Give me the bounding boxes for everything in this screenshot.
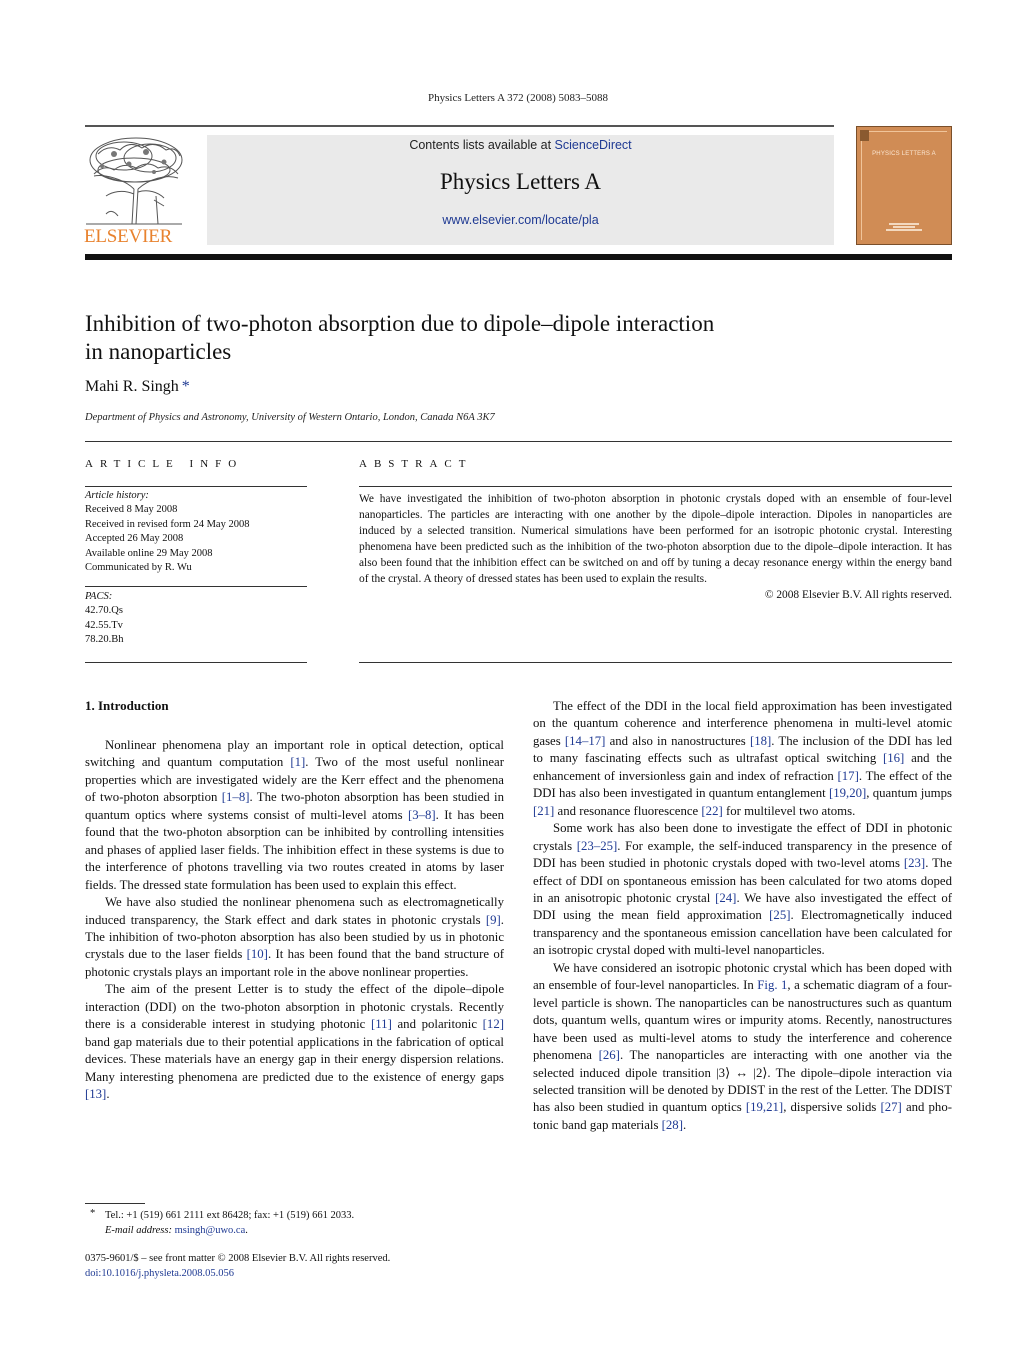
article-info-rule-bottom: [85, 662, 307, 663]
reference-link[interactable]: [16]: [883, 751, 904, 765]
reference-link[interactable]: [27]: [881, 1100, 902, 1114]
pacs-code: 42.55.Tv: [85, 619, 123, 631]
doi-link[interactable]: doi:10.1016/j.physleta.2008.05.056: [85, 1268, 234, 1279]
elsevier-logo[interactable]: ELSEVIER: [84, 134, 184, 246]
reference-link[interactable]: [18]: [750, 734, 771, 748]
author-line: Mahi R. Singh *: [85, 378, 190, 396]
reference-link[interactable]: [10]: [247, 947, 268, 961]
body-paragraph: We have considered an isotropic photonic…: [533, 960, 952, 1135]
elsevier-wordmark: ELSEVIER: [84, 226, 173, 247]
paragraph-text: for multi­level two atoms.: [722, 803, 856, 818]
footnote-contact: Tel.: +1 (519) 661 2111 ext 86428; fax: …: [105, 1210, 355, 1221]
paragraph-text: and also in nanostructures: [605, 733, 750, 748]
history-item: Available online 29 May 2008: [85, 547, 213, 559]
cover-footer: [857, 222, 951, 232]
article-title-line-2: in nanoparticles: [85, 339, 232, 364]
paragraph-text: .: [682, 1117, 687, 1132]
journal-url-link[interactable]: www.elsevier.com/locate/pla: [207, 213, 834, 227]
paragraph-text: band gap materials due to their potentia…: [85, 1034, 504, 1084]
body-paragraph: The aim of the present Letter is to stud…: [85, 981, 504, 1103]
article-info-rule-middle: [85, 586, 307, 587]
reference-link[interactable]: [19,21]: [746, 1100, 783, 1114]
footnote-email-link[interactable]: msingh@uwo.ca: [175, 1225, 246, 1236]
journal-cover-thumbnail[interactable]: PHYSICS LETTERS A: [856, 126, 952, 245]
author-name: Mahi R. Singh: [85, 378, 179, 395]
section-heading-introduction: 1. Introduction: [85, 698, 169, 713]
reference-link[interactable]: Fig. 1: [757, 978, 787, 992]
header-bottom-rule: [85, 254, 952, 260]
reference-link[interactable]: [11]: [371, 1017, 392, 1031]
body-paragraph: The effect of the DDI in the local field…: [533, 698, 952, 820]
journal-citation: Physics Letters A 372 (2008) 5083–5088: [428, 92, 608, 104]
front-matter-line: 0375-9601/$ – see front matter © 2008 El…: [85, 1253, 391, 1264]
body-paragraph: Some work has also been done to investig…: [533, 820, 952, 960]
footnote-email-label: E-mail address:: [105, 1225, 172, 1236]
body-column-left: Nonlinear phenomena play an important ro…: [85, 737, 504, 1104]
history-item: Received 8 May 2008: [85, 504, 178, 516]
abstract-text: We have investigated the inhibition of t…: [359, 493, 952, 585]
front-matter-block: 0375-9601/$ – see front matter © 2008 El…: [85, 1251, 390, 1281]
journal-title: Physics Letters A: [440, 169, 601, 194]
reference-link[interactable]: [21]: [533, 804, 554, 818]
pacs-list: PACS: 42.70.Qs 42.55.Tv 78.20.Bh: [85, 590, 307, 648]
abstract-heading: ABSTRACT: [359, 458, 473, 470]
abstract-body: We have investigated the inhibition of t…: [359, 491, 952, 603]
article-info-heading: ARTICLE INFO: [85, 458, 244, 470]
paragraph-text: We have also studied the nonlinear pheno…: [85, 895, 504, 927]
affiliation-divider: [85, 441, 952, 442]
reference-link[interactable]: [14–17]: [565, 734, 606, 748]
author-footnote-link[interactable]: *: [182, 378, 190, 395]
contents-available-line: Contents lists available at ScienceDirec…: [207, 138, 834, 152]
body-column-right: The effect of the DDI in the local field…: [533, 698, 952, 1134]
reference-link[interactable]: [17]: [838, 769, 859, 783]
paragraph-text: , quantum jumps: [866, 786, 952, 801]
reference-link[interactable]: [23–25]: [577, 839, 618, 853]
pacs-code: 78.20.Bh: [85, 634, 124, 646]
cover-title: PHYSICS LETTERS A: [872, 151, 936, 157]
pacs-code: 42.70.Qs: [85, 605, 123, 617]
author-affiliation: Department of Physics and Astronomy, Uni…: [85, 412, 495, 423]
reference-link[interactable]: [28]: [662, 1118, 683, 1132]
history-item: Communicated by R. Wu: [85, 562, 192, 574]
footnote-rule: [85, 1203, 145, 1204]
sciencedirect-link[interactable]: ScienceDirect: [555, 138, 632, 152]
journal-banner: Contents lists available at ScienceDirec…: [207, 135, 834, 245]
paragraph-text: and polaritonic: [391, 1017, 483, 1032]
footnote-mark: *: [90, 1208, 96, 1219]
reference-link[interactable]: [23]: [904, 856, 925, 870]
history-item: Received in revised form 24 May 2008: [85, 518, 250, 530]
reference-link[interactable]: [1–8]: [222, 790, 250, 804]
reference-link[interactable]: [1]: [290, 755, 305, 769]
paragraph-text: , dispersive solids: [783, 1100, 881, 1115]
cover-emblem-icon: [860, 130, 869, 141]
reference-link[interactable]: [19,20]: [829, 786, 866, 800]
abstract-copyright: © 2008 Elsevier B.V. All rights reserved…: [764, 589, 952, 601]
paragraph-text: and resonance fluorescence: [554, 803, 702, 818]
reference-link[interactable]: [12]: [483, 1017, 504, 1031]
body-paragraph: We have also studied the nonlinear pheno…: [85, 894, 504, 981]
reference-link[interactable]: [22]: [701, 804, 722, 818]
contents-prefix: Contents lists available at: [409, 138, 555, 152]
elsevier-tree-icon: [86, 137, 183, 225]
article-title: Inhibition of two-photon absorption due …: [85, 310, 845, 366]
reference-link[interactable]: [26]: [599, 1048, 620, 1062]
footnote-email-suffix: .: [245, 1225, 248, 1236]
article-history-label: Article history:: [85, 490, 149, 501]
abstract-rule-top: [359, 486, 952, 487]
article-info-rule-top: [85, 486, 307, 487]
paragraph-text: .: [106, 1087, 110, 1102]
header-top-rule: [85, 125, 834, 127]
body-paragraph: Nonlinear phenomena play an important ro…: [85, 737, 504, 894]
article-title-line-1: Inhibition of two-photon absorption due …: [85, 311, 715, 336]
reference-link[interactable]: [25]: [769, 908, 790, 922]
article-history: Article history: Received 8 May 2008 Rec…: [85, 489, 307, 575]
history-item: Accepted 26 May 2008: [85, 533, 184, 545]
reference-link[interactable]: [24]: [715, 891, 736, 905]
pacs-label: PACS:: [85, 591, 113, 602]
reference-link[interactable]: [3–8]: [408, 808, 436, 822]
abstract-rule-bottom: [359, 662, 952, 663]
reference-link[interactable]: [13]: [85, 1087, 106, 1101]
author-footnote: * Tel.: +1 (519) 661 2111 ext 86428; fax…: [90, 1208, 354, 1238]
reference-link[interactable]: [9]: [486, 913, 501, 927]
